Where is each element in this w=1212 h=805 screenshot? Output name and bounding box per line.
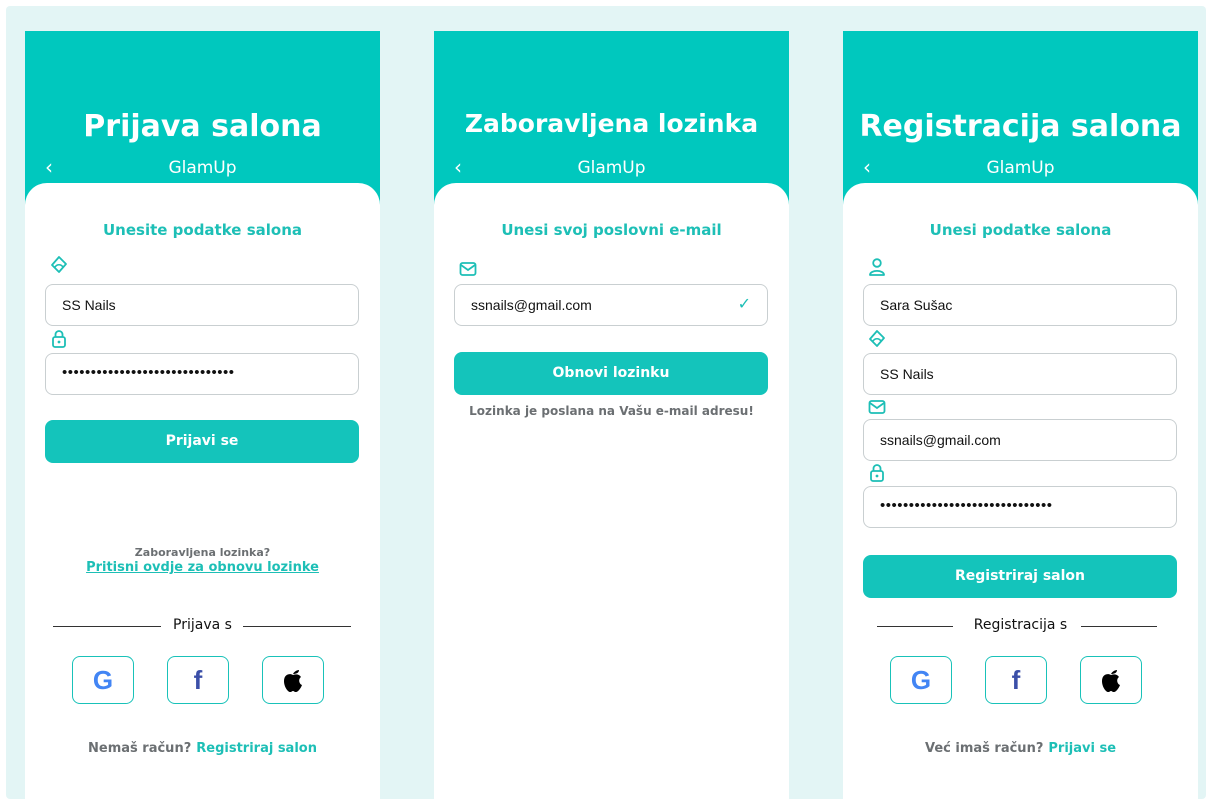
register-button[interactable]: Registriraj salon [863,555,1177,598]
page-title: Zaboravljena lozinka [464,109,759,138]
facebook-icon: f [1011,664,1021,695]
forgot-password-link[interactable]: Pritisni ovdje za obnovu lozinke [25,560,380,575]
login-link[interactable]: Prijavi se [1048,741,1116,756]
email-field[interactable]: ssnails@gmail.com ✓ [454,284,768,326]
valid-check-icon: ✓ [737,296,751,313]
owner-name-field[interactable]: Sara Sušac [863,284,1177,326]
lock-icon [870,464,884,482]
salon-name-field[interactable]: SS Nails [45,284,359,326]
canvas-background: Prijava salona ‹ GlamUp Unesite podatke … [6,6,1206,799]
divider-line-right [1081,626,1157,627]
form-subtitle: Unesi podatke salona [929,221,1112,239]
password-field[interactable]: •••••••••••••••••••••••••••••• [863,486,1177,528]
confirmation-message: Lozinka je poslana na Vašu e-mail adresu… [469,404,754,418]
google-icon: G [92,664,114,695]
page-title: Prijava salona [83,109,322,144]
nail-polish-icon [51,256,67,273]
brand-name: GlamUp [577,158,646,178]
page-title: Registracija salona [859,109,1182,144]
apple-login-button[interactable] [262,656,324,704]
forgot-password-screen: Zaboravljena lozinka ‹ GlamUp Unesi svoj… [434,31,789,799]
form-subtitle: Unesite podatke salona [102,221,302,239]
google-login-button[interactable]: G [890,656,952,704]
user-icon [869,258,885,276]
apple-login-button[interactable] [1080,656,1142,704]
login-prompt: Već imaš račun? Prijavi se [843,741,1198,756]
reset-password-button[interactable]: Obnovi lozinku [454,352,768,395]
facebook-login-button[interactable]: f [167,656,229,704]
login-screen: Prijava salona ‹ GlamUp Unesite podatke … [25,31,380,799]
nail-polish-icon [869,330,885,347]
divider-label: Registracija s [973,617,1068,633]
register-prompt: Nemaš račun? Registriraj salon [25,741,380,756]
email-field[interactable]: ssnails@gmail.com [863,419,1177,461]
divider-label: Prijava s [173,617,232,633]
facebook-login-button[interactable]: f [985,656,1047,704]
form-subtitle: Unesi svoj poslovni e-mail [501,221,722,239]
password-field[interactable]: •••••••••••••••••••••••••••••• [45,353,359,395]
mail-icon [459,262,477,276]
divider-line-right [243,626,351,627]
login-prompt-text: Već imaš račun? [924,741,1044,756]
form-card: Unesite podatke salona SS Nails ••••••••… [25,183,380,799]
salon-name-field[interactable]: SS Nails [863,353,1177,395]
form-card: Unesi svoj poslovni e-mail ssnails@gmail… [434,183,789,799]
register-prompt-text: Nemaš račun? [88,741,192,756]
email-value: ssnails@gmail.com [471,297,592,313]
form-card: Unesi podatke salona Sara Sušac SS Nails… [843,183,1198,799]
forgot-password-text: Zaboravljena lozinka? [134,546,271,559]
brand-name: GlamUp [168,158,237,178]
apple-icon [284,670,302,692]
google-login-button[interactable]: G [72,656,134,704]
register-link[interactable]: Registriraj salon [196,741,317,756]
apple-icon [1102,670,1120,692]
lock-icon [52,330,66,348]
brand-name: GlamUp [986,158,1055,178]
facebook-icon: f [193,664,203,695]
login-button[interactable]: Prijavi se [45,420,359,463]
register-screen: Registracija salona ‹ GlamUp Unesi podat… [843,31,1198,799]
google-icon: G [910,664,932,695]
mail-icon [868,400,886,414]
